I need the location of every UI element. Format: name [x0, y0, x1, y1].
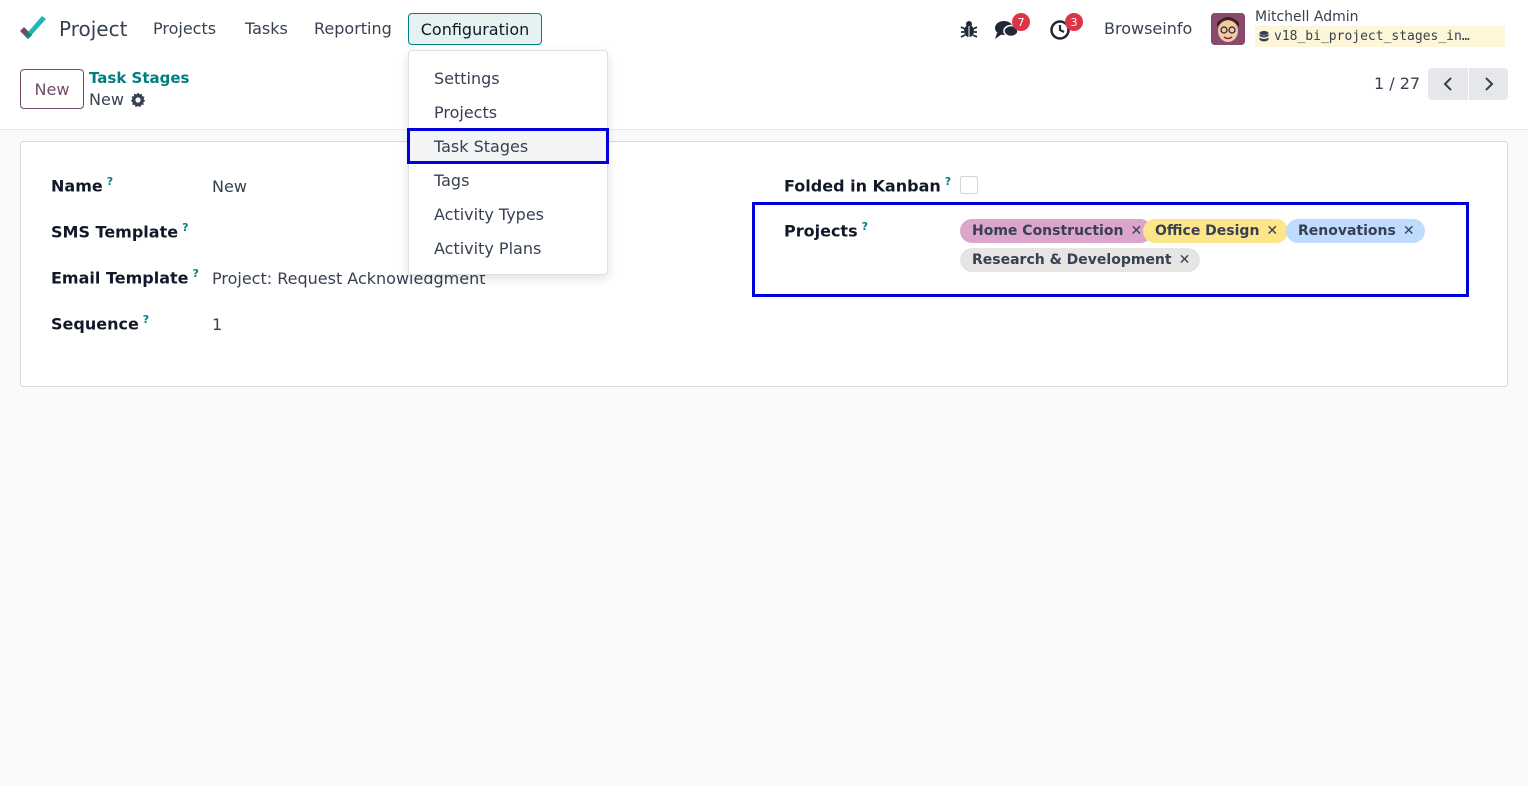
- projects-highlight-box: [752, 202, 1469, 297]
- dropdown-item-label: Tags: [434, 170, 470, 190]
- pager-next-button[interactable]: [1468, 68, 1508, 100]
- dropdown-item-tags[interactable]: Tags: [409, 163, 607, 197]
- name-field[interactable]: New: [212, 177, 247, 196]
- sequence-label: Sequence?: [51, 313, 149, 333]
- chevron-right-icon: [1484, 77, 1493, 91]
- sequence-field[interactable]: 1: [212, 315, 222, 334]
- app-name[interactable]: Project: [59, 17, 127, 41]
- dropdown-item-label: Projects: [434, 102, 498, 122]
- name-label-text: Name: [51, 176, 103, 196]
- avatar-face-icon: [1211, 13, 1245, 45]
- chevron-left-icon: [1443, 77, 1452, 91]
- control-panel: New Task Stages New 1 / 27: [0, 58, 1528, 130]
- messages-badge: 7: [1012, 13, 1030, 31]
- dropdown-item-label: Settings: [434, 68, 500, 88]
- gear-icon[interactable]: [130, 92, 146, 108]
- database-name: v18_bi_project_stages_in…: [1255, 26, 1505, 47]
- dropdown-item-projects[interactable]: Projects: [409, 95, 607, 129]
- dropdown-item-settings[interactable]: Settings: [409, 61, 607, 95]
- new-button[interactable]: New: [20, 69, 84, 109]
- pager-previous-button[interactable]: [1428, 68, 1468, 100]
- sequence-label-text: Sequence: [51, 314, 139, 334]
- folded-kanban-label: Folded in Kanban?: [784, 175, 951, 195]
- folded-kanban-label-text: Folded in Kanban: [784, 176, 941, 196]
- database-icon: [1259, 31, 1269, 42]
- folded-kanban-help-icon[interactable]: ?: [945, 175, 951, 188]
- sms-template-label-text: SMS Template: [51, 222, 179, 242]
- company-switcher[interactable]: Browseinfo: [1104, 19, 1192, 38]
- top-navbar: Project Projects Tasks Reporting Configu…: [0, 0, 1528, 58]
- sequence-help-icon[interactable]: ?: [143, 313, 149, 326]
- breadcrumb-task-stages[interactable]: Task Stages: [89, 69, 189, 87]
- name-label: Name?: [51, 175, 113, 195]
- dropdown-item-activity-plans[interactable]: Activity Plans: [409, 231, 607, 265]
- email-template-label-text: Email Template: [51, 268, 189, 288]
- dropdown-item-activity-types[interactable]: Activity Types: [409, 197, 607, 231]
- menu-projects[interactable]: Projects: [153, 19, 216, 38]
- bug-icon[interactable]: [957, 17, 981, 41]
- project-app-logo-icon[interactable]: [18, 15, 48, 43]
- pager-value[interactable]: 1 / 27: [1374, 74, 1420, 93]
- menu-tasks[interactable]: Tasks: [245, 19, 288, 38]
- sms-template-label: SMS Template?: [51, 221, 188, 241]
- menu-reporting[interactable]: Reporting: [314, 19, 392, 38]
- activities-badge: 3: [1065, 13, 1083, 31]
- task-stages-highlight-box: [407, 128, 609, 164]
- dropdown-item-label: Activity Types: [434, 204, 545, 224]
- menu-configuration-label: Configuration: [420, 19, 530, 39]
- user-avatar[interactable]: [1211, 13, 1245, 45]
- sms-template-help-icon[interactable]: ?: [182, 221, 188, 234]
- new-button-label: New: [34, 79, 70, 99]
- database-name-label: v18_bi_project_stages_in…: [1274, 29, 1470, 44]
- user-name[interactable]: Mitchell Admin: [1255, 9, 1359, 25]
- record-name: New: [89, 90, 124, 109]
- email-template-label: Email Template?: [51, 267, 199, 287]
- dropdown-item-label: Activity Plans: [434, 238, 542, 258]
- menu-configuration[interactable]: Configuration: [408, 13, 542, 45]
- email-template-help-icon[interactable]: ?: [192, 267, 198, 280]
- folded-kanban-checkbox[interactable]: [960, 176, 978, 194]
- name-help-icon[interactable]: ?: [107, 175, 113, 188]
